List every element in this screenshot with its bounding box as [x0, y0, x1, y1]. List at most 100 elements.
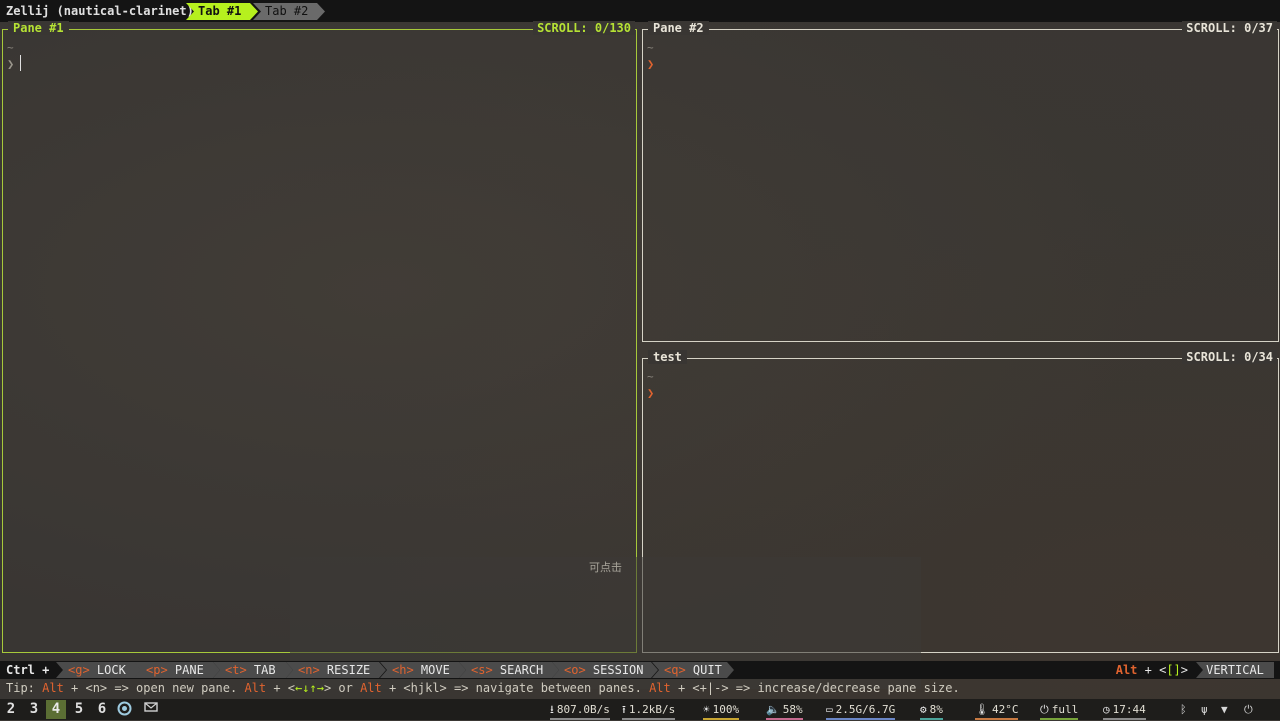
tip-text: Tip:	[6, 681, 43, 695]
volume-value: 58%	[782, 703, 803, 716]
upload-speed: ⭱ 1.2kB/s	[622, 701, 676, 720]
key-hint: <q>	[664, 663, 686, 677]
power-icon[interactable]: ⏻	[1244, 701, 1253, 718]
tip-text: + <hjkl> => navigate between panes.	[381, 681, 650, 695]
plug-icon: ⏻	[1040, 703, 1049, 716]
mail-icon[interactable]	[142, 701, 159, 718]
key-label: SEARCH	[499, 663, 544, 677]
prompt-icon: ❯	[647, 386, 655, 400]
key-hint: <t>	[225, 663, 247, 677]
temperature-value: 42°C	[991, 703, 1019, 716]
workspace-4[interactable]: 4	[46, 700, 66, 719]
workspace-6[interactable]: 6	[92, 700, 112, 719]
volume-indicator[interactable]: 🔈 58%	[766, 701, 803, 720]
memory-value: 2.5G/6.7G	[835, 703, 896, 716]
memory-icon: ▭	[826, 703, 833, 716]
pane-header: Pane #1 SCROLL: 0/130	[2, 21, 637, 37]
prompt-icon: ❯	[647, 57, 655, 71]
keybinding-bar: Ctrl + <g> LOCK <p> PANE <t> TAB <n> RES…	[0, 661, 1280, 679]
tip-alt: Alt	[360, 681, 382, 695]
tip-text: + <+|-> => increase/decrease pane size.	[670, 681, 960, 695]
key-session[interactable]: <o> SESSION	[552, 662, 658, 678]
bluetooth-icon[interactable]: ᛒ	[1180, 701, 1187, 718]
brightness-icon: ☀	[703, 703, 710, 716]
app-circle-icon[interactable]	[116, 701, 133, 718]
temperature-indicator: 🌡 42°C	[975, 701, 1019, 720]
thermometer-icon: 🌡	[975, 703, 989, 716]
key-search[interactable]: <s> SEARCH	[459, 662, 559, 678]
brightness-indicator[interactable]: ☀ 100%	[703, 701, 740, 720]
key-label: MOVE	[420, 663, 450, 677]
tab-2[interactable]: Tab #2	[253, 3, 325, 20]
pane-title: Pane #2	[648, 21, 709, 35]
pane-title: Pane #1	[8, 21, 69, 35]
text-cursor	[20, 55, 21, 71]
volume-icon: 🔈	[766, 703, 780, 716]
cwd-label: ~	[647, 41, 654, 54]
workspace-2[interactable]: 2	[1, 700, 21, 719]
key-hint: <n>	[298, 663, 320, 677]
upload-icon: ⭱	[622, 703, 626, 716]
system-status-bar: 2 3 4 5 6 ⭳ 807.0B/s ⭱ 1.2kB/s ☀ 100% 🔈 58% …	[0, 699, 1280, 720]
key-label: QUIT	[692, 663, 722, 677]
tip-text: + <n> => open new pane.	[63, 681, 245, 695]
key-lock[interactable]: <g> LOCK	[56, 662, 142, 678]
tip-text: + <	[266, 681, 296, 695]
clock[interactable]: ◷ 17:44	[1103, 701, 1146, 720]
key-label: TAB	[253, 663, 276, 677]
key-quit[interactable]: <q> QUIT	[652, 662, 734, 678]
workspace-3[interactable]: 3	[24, 700, 44, 719]
upload-value: 1.2kB/s	[628, 703, 676, 716]
scroll-indicator: SCROLL: 0/34	[1182, 350, 1277, 364]
download-icon: ⭳	[550, 703, 554, 716]
bracket-keys: []	[1166, 663, 1181, 677]
clock-value: 17:44	[1112, 703, 1146, 716]
tip-text: > or	[323, 681, 361, 695]
cwd-label: ~	[647, 370, 654, 383]
battery-value: full	[1051, 703, 1079, 716]
key-hint: <s>	[471, 663, 493, 677]
prompt-icon: ❯	[7, 57, 15, 71]
scroll-indicator: SCROLL: 0/130	[533, 21, 635, 35]
tab-bar: Zellij (nautical-clarinet) Tab #1 Tab #2	[0, 0, 1280, 22]
key-tab[interactable]: <t> TAB	[213, 662, 293, 678]
pane-title: test	[648, 350, 687, 364]
memory-indicator: ▭ 2.5G/6.7G	[826, 701, 896, 720]
tab-1[interactable]: Tab #1	[186, 3, 258, 20]
layout-shortcut: Alt + <[]>	[1116, 663, 1188, 677]
scroll-indicator: SCROLL: 0/37	[1182, 21, 1277, 35]
key-label: RESIZE	[326, 663, 371, 677]
key-label: SESSION	[592, 663, 644, 677]
download-value: 807.0B/s	[556, 703, 610, 716]
pane-header: Pane #2 SCROLL: 0/37	[642, 21, 1279, 37]
download-speed: ⭳ 807.0B/s	[550, 701, 610, 720]
session-title: Zellij (nautical-clarinet)	[6, 4, 194, 18]
battery-indicator: ⏻ full	[1040, 701, 1079, 720]
clock-icon: ◷	[1103, 703, 1110, 716]
pane-2[interactable]: Pane #2 SCROLL: 0/37 ~ ❯	[642, 21, 1279, 342]
tip-alt: Alt	[649, 681, 671, 695]
tip-arrows: ←↓↑→	[295, 681, 324, 695]
key-hint: <p>	[146, 663, 168, 677]
key-label: LOCK	[96, 663, 126, 677]
key-hint: <h>	[392, 663, 414, 677]
brightness-value: 100%	[712, 703, 740, 716]
shortcut-close: >	[1180, 663, 1188, 677]
usb-icon[interactable]: ψ	[1201, 701, 1208, 718]
key-move[interactable]: <h> MOVE	[380, 662, 466, 678]
cwd-label: ~	[7, 41, 14, 54]
overlay-label: 可点击	[589, 561, 622, 574]
workspace-5[interactable]: 5	[69, 700, 89, 719]
cpu-value: 8%	[929, 703, 943, 716]
wifi-icon[interactable]: ▼	[1221, 701, 1228, 718]
modifier-label: Ctrl +	[6, 663, 50, 677]
cpu-indicator: ⚙ 8%	[920, 701, 943, 720]
alt-key: Alt	[1115, 663, 1138, 677]
key-pane[interactable]: <p> PANE	[134, 662, 220, 678]
key-hint: <g>	[68, 663, 90, 677]
key-resize[interactable]: <n> RESIZE	[286, 662, 386, 678]
tip-alt: Alt	[244, 681, 267, 695]
tip-alt: Alt	[42, 681, 64, 695]
layout-mode[interactable]: VERTICAL	[1196, 662, 1274, 678]
pane-header: test SCROLL: 0/34	[642, 350, 1279, 366]
